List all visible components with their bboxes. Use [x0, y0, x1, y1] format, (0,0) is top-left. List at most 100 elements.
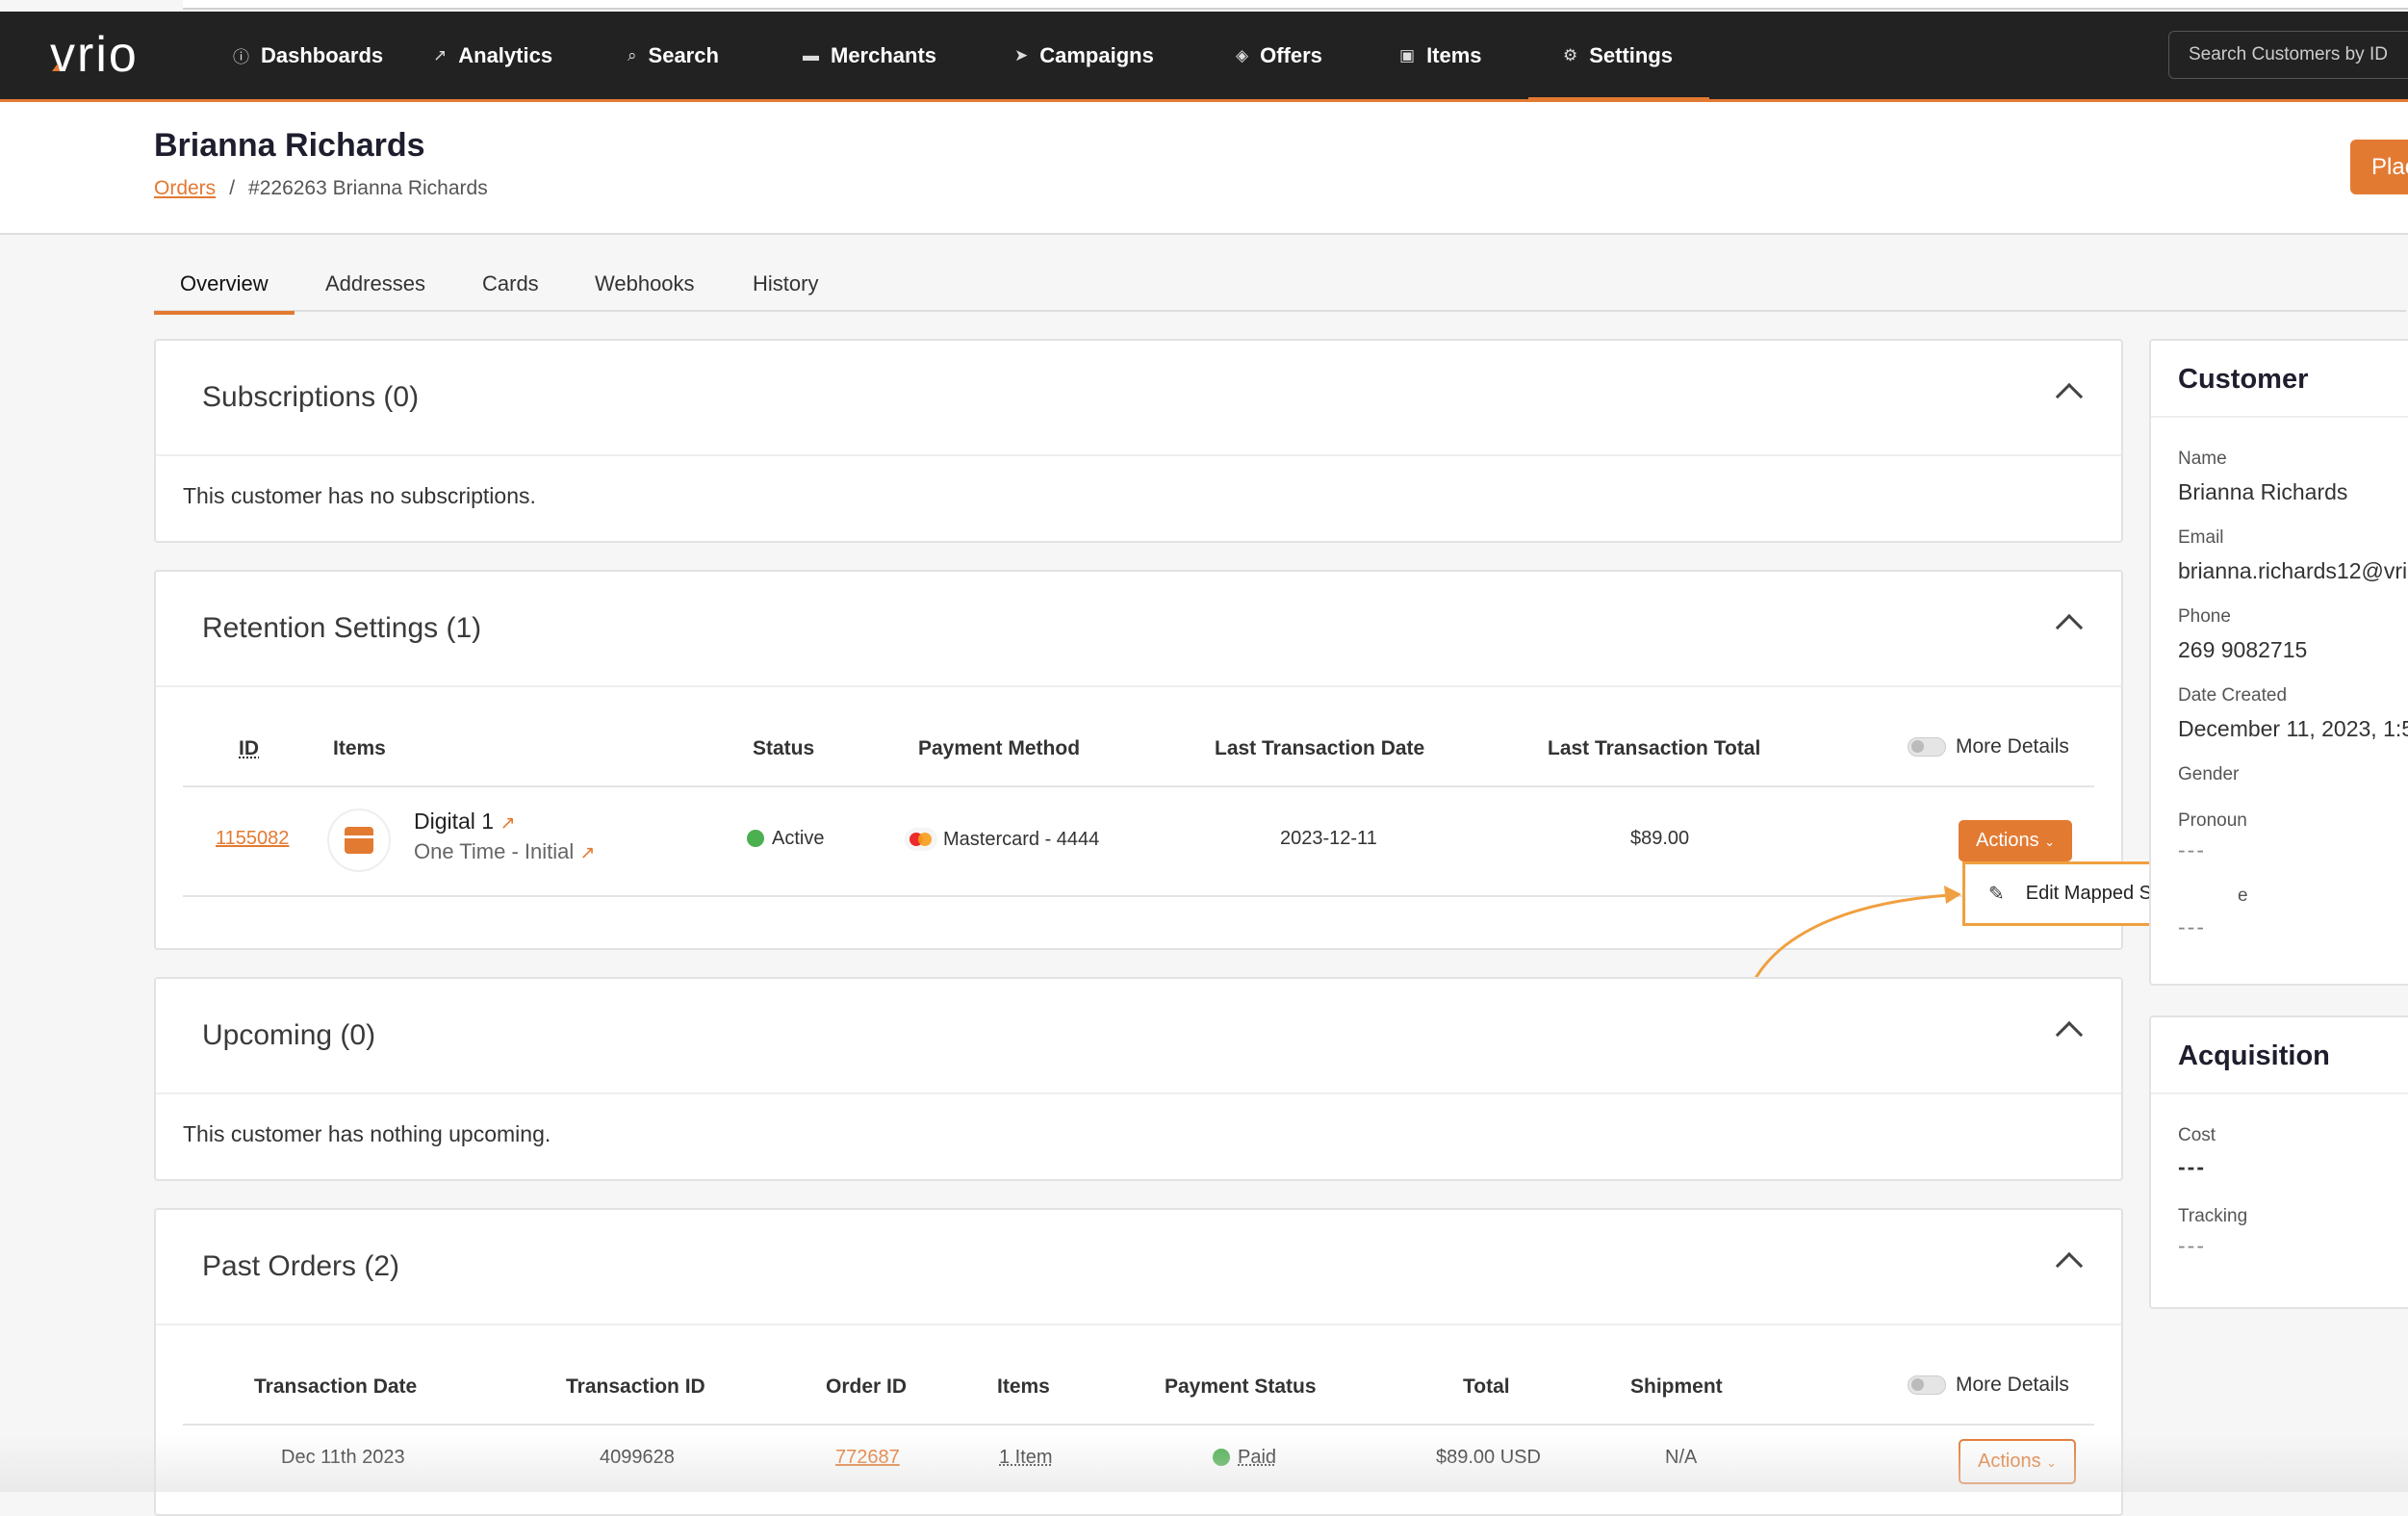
- top-navbar: vrio ⓘ Dashboards ↗ Analytics ⌕ Search ▬ Mercha…: [0, 12, 2408, 102]
- tab-webhooks[interactable]: Webhooks: [595, 271, 695, 296]
- collapse-chevron-icon[interactable]: [2055, 1251, 2084, 1280]
- vrio-logo[interactable]: vrio: [50, 29, 175, 83]
- order-items[interactable]: 1 Item: [999, 1447, 1053, 1469]
- item-subtitle[interactable]: One Time - Initial ↗: [414, 839, 595, 864]
- box-icon: ▣: [1399, 45, 1416, 64]
- last-transaction-total: $89.00: [1630, 828, 1690, 849]
- external-link-icon[interactable]: ↗: [500, 813, 516, 834]
- col-transaction-id: Transaction ID: [566, 1375, 705, 1398]
- tab-addresses[interactable]: Addresses: [325, 271, 425, 296]
- nav-analytics[interactable]: ↗ Analytics: [433, 12, 552, 99]
- customer-pronoun: ---: [2178, 837, 2206, 862]
- breadcrumb: Orders / #226263 Brianna Richards: [154, 177, 488, 200]
- mastercard-icon: [905, 828, 937, 851]
- hidden-field-value: ---: [2178, 914, 2206, 939]
- order-id-link[interactable]: 772687: [835, 1447, 900, 1469]
- place-order-button[interactable]: Place: [2350, 140, 2408, 194]
- col-payment-status: Payment Status: [1165, 1375, 1317, 1398]
- last-transaction-date: 2023-12-11: [1280, 828, 1377, 849]
- acquisition-cost: ---: [2178, 1154, 2206, 1179]
- collapse-chevron-icon[interactable]: [2055, 613, 2084, 642]
- upcoming-title: Upcoming (0): [202, 1019, 376, 1051]
- nav-items[interactable]: ▣ Items: [1399, 12, 1482, 99]
- pronoun-label: Pronoun: [2178, 810, 2247, 831]
- col-transaction-date: Transaction Date: [254, 1375, 418, 1398]
- more-details-toggle[interactable]: [1908, 737, 1946, 757]
- table-divider: [183, 1424, 2094, 1426]
- customer-email: brianna.richards12@vrio: [2178, 558, 2408, 583]
- col-order-id: Order ID: [826, 1375, 908, 1398]
- more-details-toggle[interactable]: [1908, 1375, 1946, 1395]
- status-dot-icon: [747, 830, 764, 847]
- gender-label: Gender: [2178, 764, 2240, 784]
- info-circle-icon: ⓘ: [233, 48, 249, 66]
- subscriptions-title: Subscriptions (0): [202, 381, 420, 413]
- external-link-icon[interactable]: ↗: [579, 843, 595, 863]
- item-name[interactable]: Digital 1 ↗: [414, 809, 515, 835]
- tab-overview[interactable]: Overview: [154, 271, 295, 315]
- actions-dropdown-button[interactable]: Actions ⌄: [1959, 820, 2073, 861]
- svg-text:vrio: vrio: [50, 29, 139, 83]
- retention-header[interactable]: Retention Settings (1): [156, 572, 2121, 687]
- status-badge: Active: [747, 828, 824, 850]
- phone-label: Phone: [2178, 606, 2231, 627]
- nav-label: Offers: [1260, 42, 1322, 67]
- customer-name: Brianna Richards: [2178, 479, 2348, 504]
- collapse-chevron-icon[interactable]: [2055, 382, 2084, 411]
- chevron-down-icon: ⌄: [2044, 835, 2056, 849]
- status-dot-icon: [1213, 1449, 1230, 1466]
- item-thumbnail: [327, 809, 391, 872]
- more-details-label: More Details: [1956, 1374, 2069, 1396]
- customer-phone: 269 9082715: [2178, 637, 2308, 662]
- breadcrumb-orders-link[interactable]: Orders: [154, 177, 216, 200]
- upcoming-empty: This customer has nothing upcoming.: [183, 1121, 551, 1146]
- collapse-chevron-icon[interactable]: [2055, 1020, 2084, 1049]
- nav-label: Items: [1426, 42, 1482, 67]
- customer-date-created: December 11, 2023, 1:56: [2178, 716, 2408, 741]
- nav-campaigns[interactable]: ➤ Campaigns: [1014, 12, 1154, 99]
- upcoming-card: Upcoming (0) This customer has nothing u…: [154, 977, 2123, 1181]
- upcoming-header[interactable]: Upcoming (0): [156, 979, 2121, 1094]
- nav-label: Search: [648, 42, 719, 67]
- nav-label: Merchants: [831, 42, 937, 67]
- col-id: ID: [239, 737, 259, 759]
- tab-history[interactable]: History: [753, 271, 818, 296]
- page-header: Brianna Richards Orders / #226263 Briann…: [0, 102, 2408, 235]
- payment-method: Mastercard - 4444: [905, 828, 1099, 851]
- send-icon: ➤: [1014, 45, 1029, 64]
- more-details-label: More Details: [1956, 735, 2069, 758]
- nav-settings[interactable]: ⚙ Settings: [1527, 12, 1710, 102]
- nav-offers[interactable]: ◈ Offers: [1236, 12, 1322, 99]
- nav-merchants[interactable]: ▬ Merchants: [803, 12, 936, 99]
- tab-cards[interactable]: Cards: [482, 271, 539, 296]
- retention-id-link[interactable]: 1155082: [216, 828, 289, 850]
- chevron-down-icon: ⌄: [2046, 1455, 2058, 1470]
- box-icon: [345, 827, 373, 854]
- email-label: Email: [2178, 527, 2224, 548]
- date-created-label: Date Created: [2178, 685, 2288, 706]
- table-divider: [183, 785, 2094, 787]
- past-orders-header[interactable]: Past Orders (2): [156, 1210, 2121, 1325]
- name-label: Name: [2178, 449, 2227, 469]
- nav-label: Settings: [1589, 42, 1674, 67]
- nav-label: Dashboards: [261, 42, 384, 67]
- col-items: Items: [333, 737, 386, 759]
- col-total: Total: [1463, 1375, 1510, 1398]
- subscriptions-card: Subscriptions (0) This customer has no s…: [154, 339, 2123, 543]
- card-icon: ▬: [803, 45, 819, 64]
- col-last-transaction-total: Last Transaction Total: [1548, 737, 1761, 759]
- page-title: Brianna Richards: [154, 127, 425, 164]
- subscriptions-header[interactable]: Subscriptions (0): [156, 341, 2121, 456]
- breadcrumb-current: #226263 Brianna Richards: [248, 177, 488, 199]
- browser-top-strip: [183, 0, 2408, 10]
- search-icon: ⌕: [628, 45, 637, 64]
- nav-dashboards[interactable]: ⓘ Dashboards: [233, 12, 383, 99]
- nav-label: Campaigns: [1039, 42, 1154, 67]
- gears-icon: ⚙: [1563, 45, 1578, 64]
- pencil-icon: ✎: [1988, 884, 2005, 905]
- order-actions-button[interactable]: Actions ⌄: [1959, 1439, 2077, 1484]
- customer-search-input[interactable]: Search Customers by ID: [2168, 31, 2408, 79]
- nav-search[interactable]: ⌕ Search: [628, 12, 719, 99]
- acquisition-tracking: ---: [2178, 1233, 2206, 1258]
- order-total: $89.00 USD: [1436, 1447, 1541, 1468]
